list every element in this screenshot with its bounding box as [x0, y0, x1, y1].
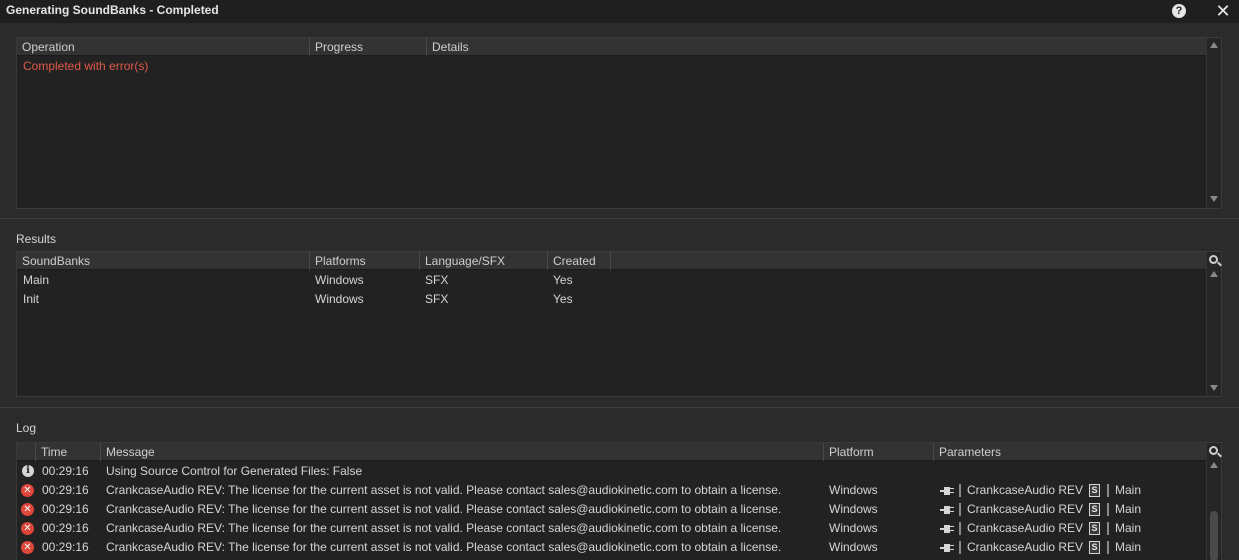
results-row[interactable]: Init Windows SFX Yes — [17, 290, 1206, 309]
error-icon: ✕ — [21, 541, 34, 554]
divider — [1107, 503, 1109, 516]
log-param-object[interactable]: CrankcaseAudio REV — [967, 500, 1083, 519]
log-row[interactable]: i 00:29:16 Using Source Control for Gene… — [17, 462, 1206, 481]
log-param-bank[interactable]: Main — [1115, 519, 1141, 538]
log-time: 00:29:16 — [42, 483, 89, 497]
result-language: SFX — [425, 292, 449, 306]
log-panel: Time Message Platform Parameters i 00:29… — [16, 442, 1222, 560]
divider — [1107, 522, 1109, 535]
divider — [1107, 484, 1109, 497]
error-icon: ✕ — [21, 522, 34, 535]
result-platform: Windows — [315, 292, 364, 306]
col-type — [17, 443, 36, 461]
soundbank-icon: S — [1089, 484, 1100, 497]
scroll-up-arrow-icon[interactable] — [1210, 462, 1218, 468]
log-row[interactable]: ✕ 00:29:16 CrankcaseAudio REV: The licen… — [17, 500, 1206, 519]
error-icon: ✕ — [21, 503, 34, 516]
divider — [959, 503, 961, 516]
close-icon[interactable]: ✕ — [1213, 1, 1233, 21]
log-platform: Windows — [829, 540, 878, 554]
soundbank-icon: S — [1089, 503, 1100, 516]
log-message: CrankcaseAudio REV: The license for the … — [106, 540, 782, 554]
operation-row[interactable]: Completed with error(s) — [17, 57, 1206, 76]
soundbank-icon: S — [1089, 541, 1100, 554]
log-param-bank[interactable]: Main — [1115, 500, 1141, 519]
scroll-thumb[interactable] — [1210, 511, 1218, 560]
separator — [0, 218, 1239, 219]
divider — [959, 541, 961, 554]
col-parameters[interactable]: Parameters — [934, 443, 1206, 461]
question-mark-icon[interactable]: ? — [1172, 4, 1186, 18]
results-scrollbar[interactable] — [1206, 252, 1221, 396]
result-created: Yes — [553, 273, 573, 287]
info-icon: i — [22, 465, 34, 477]
col-details[interactable]: Details — [427, 38, 1206, 56]
result-created: Yes — [553, 292, 573, 306]
plugin-icon — [940, 524, 954, 534]
window-title: Generating SoundBanks - Completed — [6, 3, 219, 17]
col-time[interactable]: Time — [36, 443, 101, 461]
search-icon[interactable] — [1209, 255, 1218, 264]
log-param-bank[interactable]: Main — [1115, 538, 1141, 557]
log-message: CrankcaseAudio REV: The license for the … — [106, 502, 782, 516]
log-param-object[interactable]: CrankcaseAudio REV — [967, 519, 1083, 538]
col-operation[interactable]: Operation — [17, 38, 310, 56]
divider — [1107, 541, 1109, 554]
plugin-icon — [940, 543, 954, 553]
log-row[interactable]: ✕ 00:29:16 CrankcaseAudio REV: The licen… — [17, 481, 1206, 500]
log-time: 00:29:16 — [42, 521, 89, 535]
col-soundbanks[interactable]: SoundBanks — [17, 252, 310, 270]
results-header: SoundBanks Platforms Language/SFX Create… — [17, 252, 1206, 270]
plugin-icon — [940, 486, 954, 496]
plugin-icon — [940, 505, 954, 515]
error-icon: ✕ — [21, 484, 34, 497]
scroll-up-arrow-icon[interactable] — [1210, 271, 1218, 277]
log-param-bank[interactable]: Main — [1115, 481, 1141, 500]
log-message: CrankcaseAudio REV: The license for the … — [106, 483, 782, 497]
divider — [959, 522, 961, 535]
operations-scrollbar[interactable] — [1206, 38, 1221, 208]
scroll-up-arrow-icon[interactable] — [1210, 42, 1218, 48]
log-row[interactable]: ✕ 00:29:16 CrankcaseAudio REV: The licen… — [17, 519, 1206, 538]
log-param-object[interactable]: CrankcaseAudio REV — [967, 481, 1083, 500]
log-time: 00:29:16 — [42, 502, 89, 516]
result-soundbank: Init — [23, 292, 40, 306]
scroll-down-arrow-icon[interactable] — [1210, 385, 1218, 391]
col-platform[interactable]: Platform — [824, 443, 934, 461]
title-bar: Generating SoundBanks - Completed ? ✕ — [0, 0, 1239, 23]
divider — [959, 484, 961, 497]
log-platform: Windows — [829, 521, 878, 535]
log-platform: Windows — [829, 502, 878, 516]
scroll-down-arrow-icon[interactable] — [1210, 196, 1218, 202]
col-language[interactable]: Language/SFX — [420, 252, 548, 270]
result-soundbank: Main — [23, 273, 50, 287]
soundbank-icon: S — [1089, 522, 1100, 535]
results-panel: SoundBanks Platforms Language/SFX Create… — [16, 251, 1222, 397]
log-header: Time Message Platform Parameters — [17, 443, 1206, 461]
result-language: SFX — [425, 273, 449, 287]
log-row[interactable]: ✕ 00:29:16 CrankcaseAudio REV: The licen… — [17, 538, 1206, 557]
operation-status: Completed with error(s) — [23, 59, 149, 73]
separator — [0, 407, 1239, 408]
log-time: 00:29:16 — [42, 540, 89, 554]
log-message: Using Source Control for Generated Files… — [106, 464, 363, 478]
result-platform: Windows — [315, 273, 364, 287]
log-platform: Windows — [829, 483, 878, 497]
log-label: Log — [16, 421, 37, 435]
col-created[interactable]: Created — [548, 252, 611, 270]
col-message[interactable]: Message — [101, 443, 824, 461]
search-icon[interactable] — [1209, 446, 1218, 455]
log-scrollbar[interactable] — [1206, 443, 1221, 560]
log-message: CrankcaseAudio REV: The license for the … — [106, 521, 782, 535]
log-param-object[interactable]: CrankcaseAudio REV — [967, 538, 1083, 557]
col-platforms[interactable]: Platforms — [310, 252, 420, 270]
operations-panel: Operation Progress Details Completed wit… — [16, 37, 1222, 209]
results-label: Results — [16, 232, 57, 246]
log-time: 00:29:16 — [42, 464, 89, 478]
operations-header: Operation Progress Details — [17, 38, 1206, 56]
results-row[interactable]: Main Windows SFX Yes — [17, 271, 1206, 290]
col-progress[interactable]: Progress — [310, 38, 427, 56]
